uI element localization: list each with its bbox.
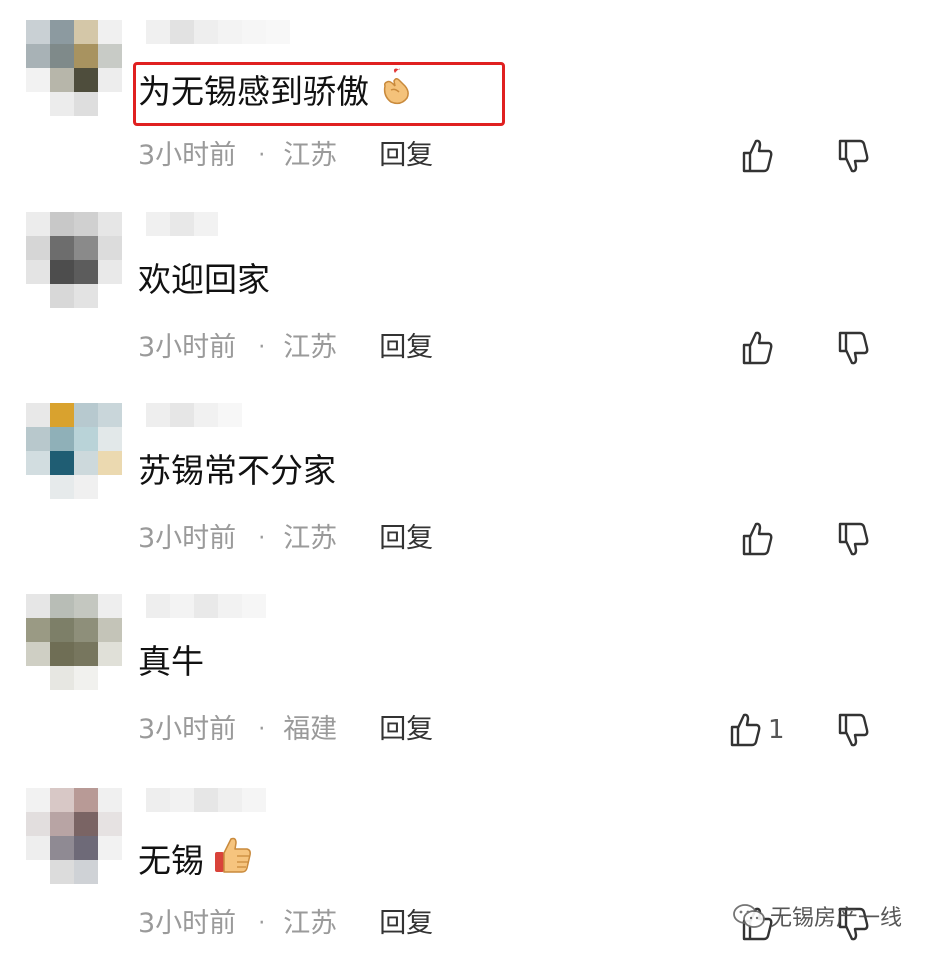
- reply-button[interactable]: 回复: [379, 521, 433, 557]
- like-count: 1: [768, 715, 785, 745]
- comment-meta: 3小时前 · 福建 回复: [138, 712, 433, 748]
- thumbs-down-icon: [838, 139, 869, 173]
- username-blurred[interactable]: [146, 594, 266, 618]
- thumbs-down-icon: [838, 713, 869, 747]
- like-button[interactable]: [740, 519, 780, 559]
- username-blurred[interactable]: [146, 212, 218, 236]
- thumbs-up-emoji-icon: [212, 834, 254, 887]
- comment-time: 3小时前: [138, 908, 237, 939]
- comment-item: 无锡 3小时前 · 江苏 回复: [0, 788, 928, 958]
- comment-location: 福建: [283, 714, 338, 745]
- comment-location: 江苏: [283, 140, 338, 171]
- watermark: 无锡房产一线: [732, 900, 902, 932]
- avatar[interactable]: [26, 788, 122, 884]
- wechat-icon: [733, 904, 765, 928]
- thumbs-up-icon: [742, 331, 773, 365]
- comment-time: 3小时前: [138, 523, 237, 554]
- comment-meta: 3小时前 · 江苏 回复: [138, 138, 433, 174]
- comment-item: 欢迎回家 3小时前 · 江苏 回复: [0, 212, 928, 404]
- comment-location: 江苏: [283, 523, 338, 554]
- comment-text: 真牛: [138, 642, 204, 681]
- comment-meta: 3小时前 · 江苏 回复: [138, 330, 433, 366]
- comment-text: 为无锡感到骄傲: [138, 66, 413, 117]
- like-button[interactable]: [740, 328, 780, 368]
- avatar[interactable]: [26, 20, 122, 116]
- dislike-button[interactable]: [836, 138, 872, 176]
- thumbs-up-icon: [742, 139, 773, 173]
- username-blurred[interactable]: [146, 403, 242, 427]
- meta-separator: ·: [258, 717, 266, 742]
- comment-item: 为无锡感到骄傲 3小时前 · 江苏 回复: [0, 20, 928, 212]
- comment-time: 3小时前: [138, 332, 237, 363]
- comment-item: 真牛 3小时前 · 福建 回复 1: [0, 594, 928, 786]
- dislike-button[interactable]: [836, 712, 872, 750]
- like-button[interactable]: [740, 136, 780, 176]
- comment-item: 苏锡常不分家 3小时前 · 江苏 回复: [0, 403, 928, 595]
- meta-separator: ·: [258, 911, 266, 936]
- meta-separator: ·: [258, 526, 266, 551]
- reply-button[interactable]: 回复: [379, 138, 433, 174]
- dislike-button[interactable]: [836, 521, 872, 559]
- comment-meta: 3小时前 · 江苏 回复: [138, 521, 433, 557]
- meta-separator: ·: [258, 335, 266, 360]
- avatar[interactable]: [26, 212, 122, 308]
- watermark-text: 无锡房产一线: [769, 906, 902, 931]
- reply-button[interactable]: 回复: [379, 330, 433, 366]
- comment-time: 3小时前: [138, 140, 237, 171]
- thumbs-up-icon: [730, 713, 761, 747]
- comment-meta: 3小时前 · 江苏 回复: [138, 906, 433, 942]
- comment-text: 欢迎回家: [138, 260, 270, 299]
- username-blurred[interactable]: [146, 20, 290, 44]
- like-button[interactable]: 1: [728, 710, 785, 750]
- reply-button[interactable]: 回复: [379, 906, 433, 942]
- comment-text: 苏锡常不分家: [138, 451, 336, 490]
- avatar[interactable]: [26, 594, 122, 690]
- dislike-button[interactable]: [836, 330, 872, 368]
- avatar[interactable]: [26, 403, 122, 499]
- thumbs-down-icon: [838, 522, 869, 556]
- comment-time: 3小时前: [138, 714, 237, 745]
- finger-heart-emoji-icon: [377, 66, 413, 117]
- comment-text: 无锡: [138, 834, 254, 887]
- meta-separator: ·: [258, 143, 266, 168]
- reply-button[interactable]: 回复: [379, 712, 433, 748]
- comment-location: 江苏: [283, 332, 338, 363]
- thumbs-up-icon: [742, 522, 773, 556]
- thumbs-down-icon: [838, 331, 869, 365]
- username-blurred[interactable]: [146, 788, 266, 812]
- comment-location: 江苏: [283, 908, 338, 939]
